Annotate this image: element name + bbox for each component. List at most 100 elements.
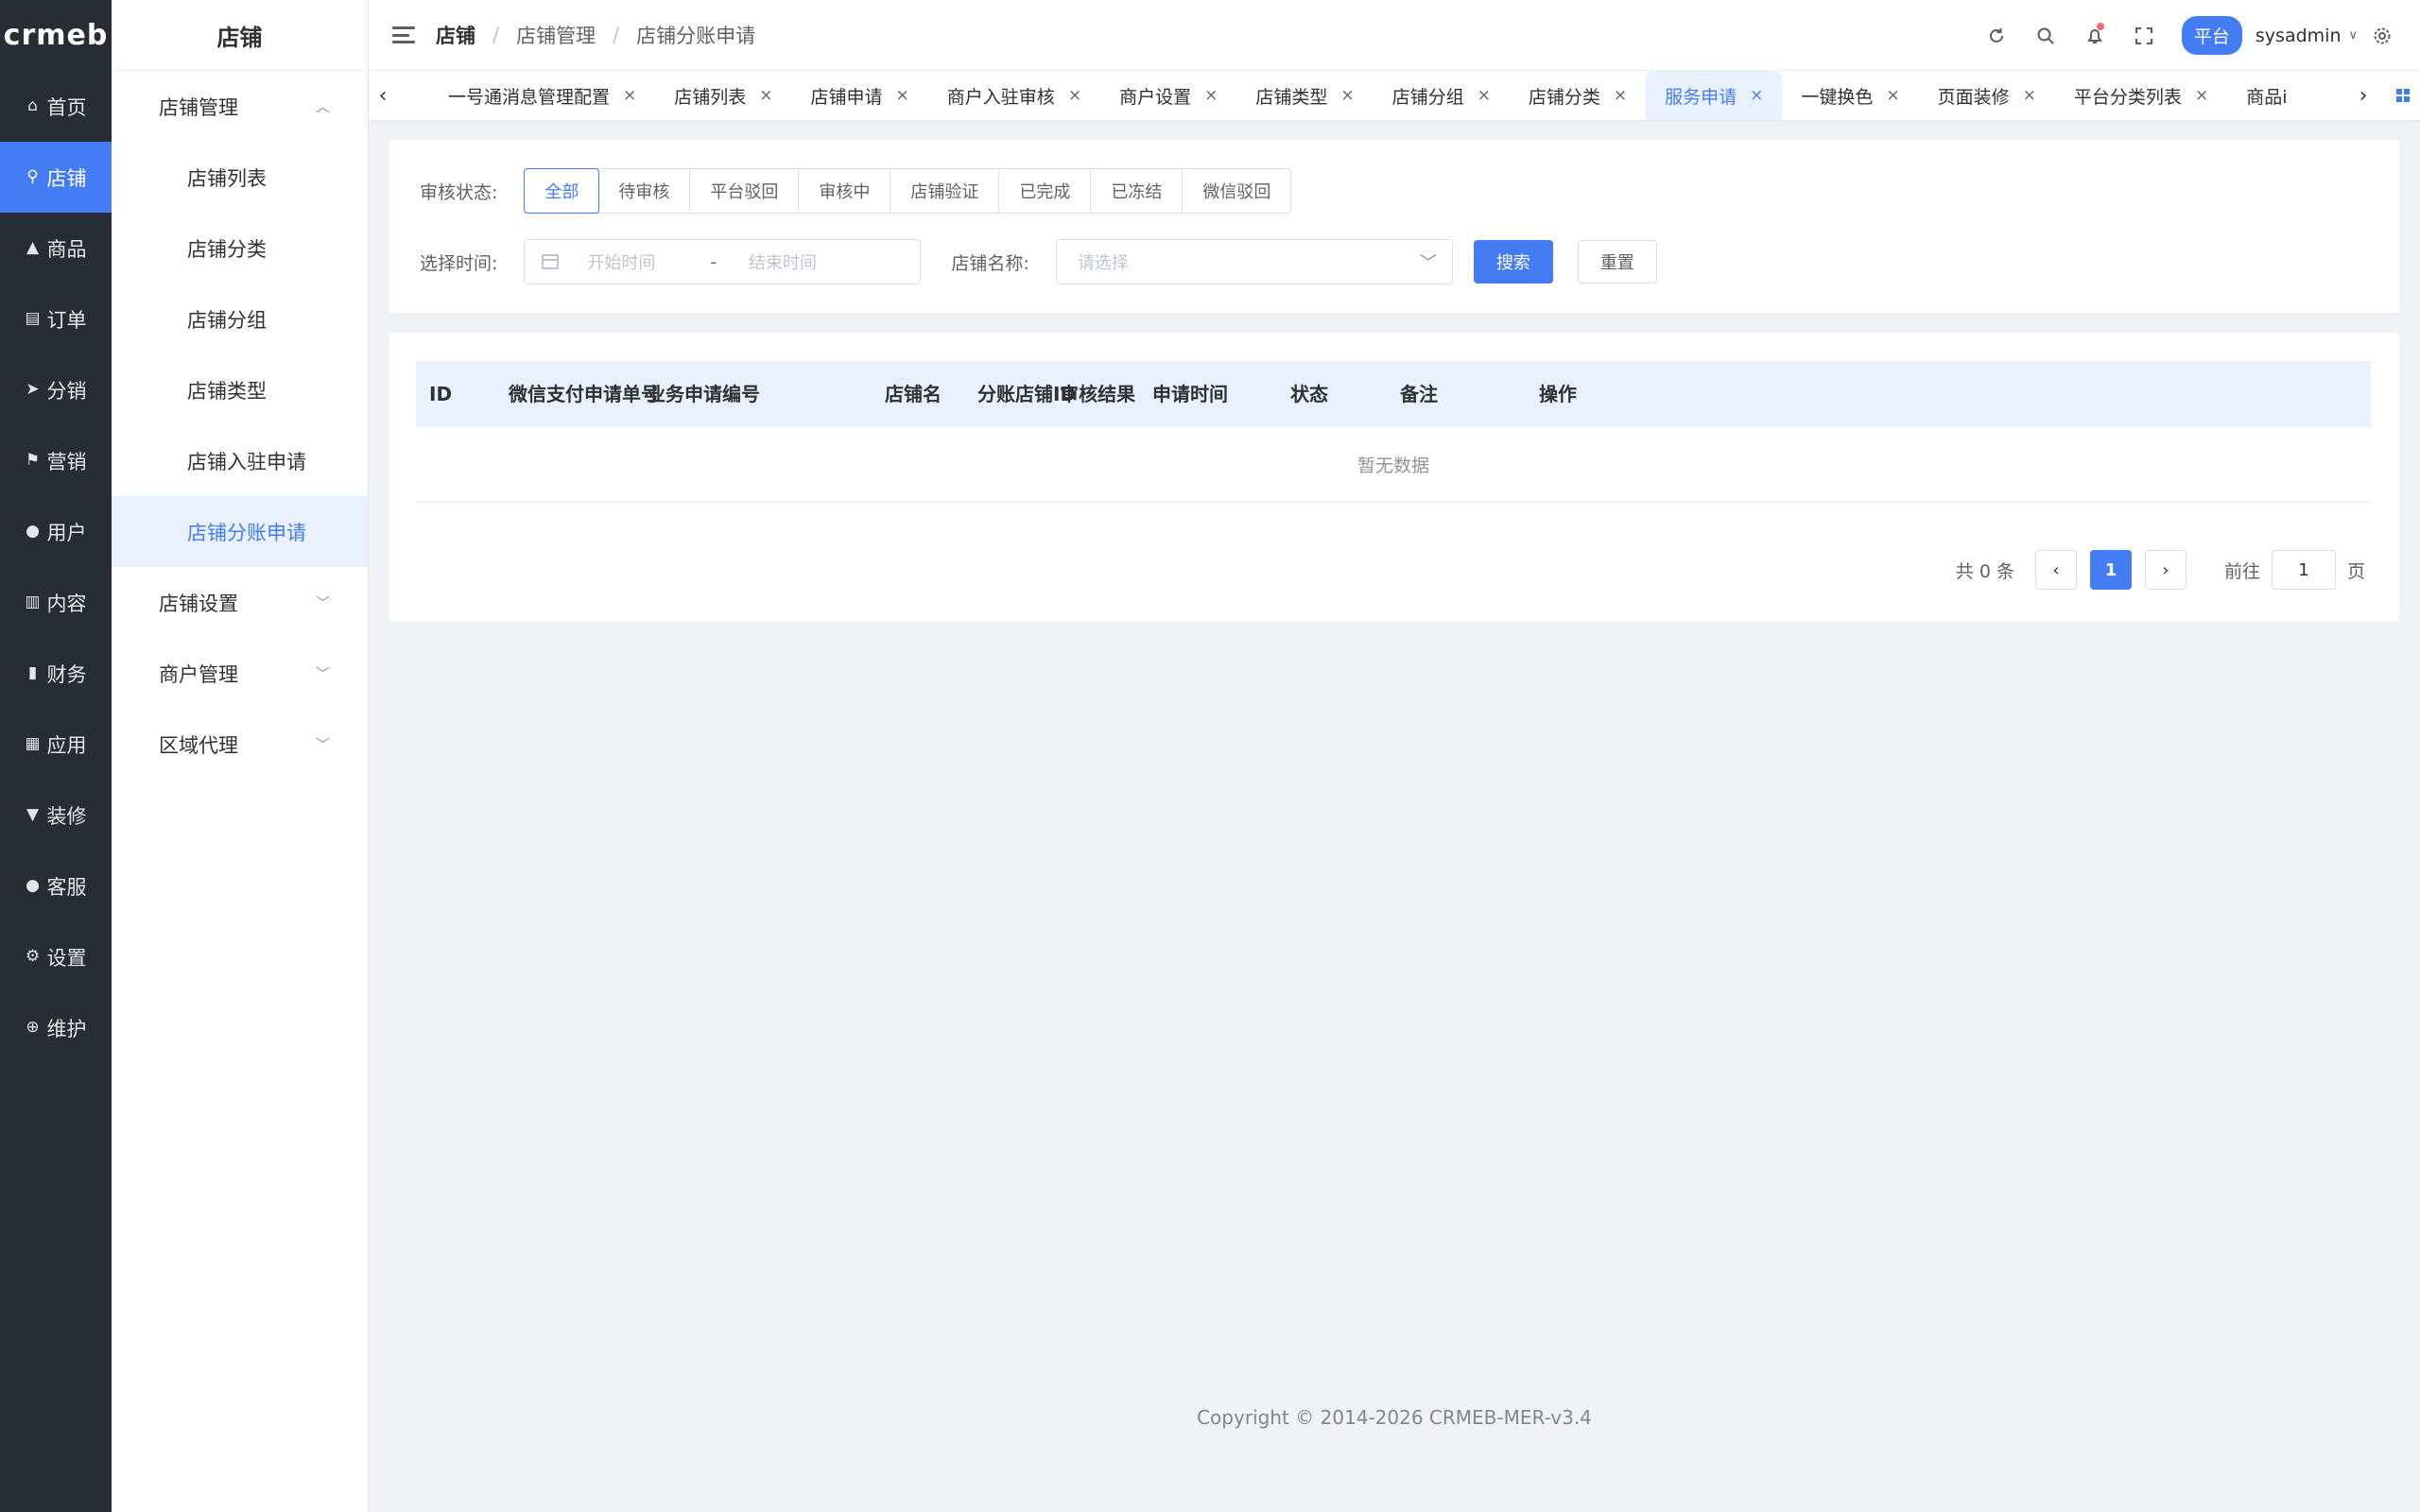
page-suffix: 页 (2346, 560, 2365, 582)
main-nav-item[interactable]: ⊕ 维护 (0, 992, 112, 1063)
sub-nav: 店铺 店铺管理 ︿ 店铺列表 店铺分类 店铺分组 店铺类型 店铺入驻申请 店铺分账申请 店… (112, 0, 369, 1512)
status-option[interactable]: 店铺验证 (890, 169, 1000, 213)
menu-group-merchant-manage[interactable]: 商户管理 ﹀ (112, 638, 368, 709)
prev-page-button[interactable]: ‹ (2034, 550, 2077, 590)
close-icon[interactable]: × (1614, 86, 1627, 105)
main-nav-item[interactable]: ⚑ 营销 (0, 425, 112, 496)
breadcrumb-item-store[interactable]: 店铺 (436, 21, 475, 49)
main-nav-item[interactable]: ▥ 内容 (0, 567, 112, 638)
finance-chart-icon: ▮ (27, 663, 38, 682)
close-icon[interactable]: × (896, 86, 909, 105)
sub-nav-item[interactable]: 店铺分类 (112, 213, 368, 284)
goto-page-input[interactable] (2271, 550, 2336, 590)
tab-tag[interactable]: 店铺列表 × (655, 71, 791, 120)
table-column-header: 操作 (1539, 383, 1577, 405)
theme-settings-icon[interactable] (2358, 0, 2407, 71)
tab-tag[interactable]: 商户设置 × (1100, 71, 1236, 120)
page-number-button[interactable]: 1 (2089, 550, 2132, 590)
tab-tag[interactable]: 一键换色 × (1782, 71, 1918, 120)
close-icon[interactable]: × (2023, 86, 2036, 105)
tags-menu-grid-icon[interactable] (2389, 71, 2417, 120)
table-column-header: 业务申请编号 (647, 383, 760, 405)
status-option[interactable]: 已完成 (999, 169, 1092, 213)
tab-tag[interactable]: 店铺类型 × (1236, 71, 1373, 120)
sub-nav-item[interactable]: 店铺类型 (112, 354, 368, 425)
menu-group-region-agent[interactable]: 区域代理 ﹀ (112, 709, 368, 780)
main-nav-item[interactable]: ⌂ 首页 (0, 71, 112, 142)
tab-tag[interactable]: 商户入驻审核 × (928, 71, 1100, 120)
breadcrumb-item-store-manage[interactable]: 店铺管理 (516, 21, 596, 49)
status-option[interactable]: 审核中 (799, 169, 891, 213)
tab-tag[interactable]: 店铺申请 × (792, 71, 928, 120)
main-nav-item[interactable]: ▲ 商品 (0, 213, 112, 284)
close-icon[interactable]: × (623, 86, 636, 105)
menu-group-store-settings[interactable]: 店铺设置 ﹀ (112, 567, 368, 638)
user-menu[interactable]: sysadmin ∨ (2256, 26, 2358, 46)
main-nav-item-label: 订单 (46, 308, 87, 332)
close-icon[interactable]: × (759, 86, 772, 105)
tab-tag[interactable]: 平台分类列表 × (2055, 71, 2227, 120)
status-option[interactable]: 微信驳回 (1183, 169, 1290, 213)
tab-tag[interactable]: 一号通消息管理配置 × (429, 71, 655, 120)
end-time-placeholder[interactable]: 结束时间 (749, 249, 817, 274)
status-option[interactable]: 待审核 (598, 169, 691, 213)
main-nav-item[interactable]: ▮ 财务 (0, 638, 112, 709)
status-option[interactable]: 全部 (524, 168, 600, 214)
tab-tag[interactable]: 服务申请 × (1646, 71, 1783, 120)
main-nav-item[interactable]: ▤ 订单 (0, 284, 112, 354)
collapse-menu-icon[interactable] (392, 26, 415, 43)
tags-scroll-right-icon[interactable]: › (2349, 71, 2377, 120)
main-nav-item[interactable]: ⚲ 店铺 (0, 142, 112, 213)
next-page-button[interactable]: › (2144, 550, 2187, 590)
table-column-header: 店铺名 (885, 383, 942, 405)
close-icon[interactable]: × (1478, 86, 1491, 105)
sub-nav-item[interactable]: 店铺分组 (112, 284, 368, 354)
time-filter-label: 选择时间: (420, 252, 498, 274)
main-nav-item[interactable]: ● 客服 (0, 850, 112, 921)
fullscreen-icon[interactable] (2119, 0, 2169, 71)
status-option[interactable]: 平台驳回 (690, 169, 800, 213)
crmeb-logo[interactable]: crmeb (0, 0, 112, 71)
main-nav-item[interactable]: ● 用户 (0, 496, 112, 567)
username-label: sysadmin (2255, 25, 2342, 46)
tab-tag-label: 店铺分类 (1528, 86, 1600, 108)
chevron-down-icon: ﹀ (315, 736, 330, 753)
tab-tag[interactable]: 店铺分组 × (1374, 71, 1510, 120)
search-icon[interactable] (2021, 0, 2070, 71)
close-icon[interactable]: × (1204, 86, 1218, 105)
main-nav-item[interactable]: ⚙ 设置 (0, 921, 112, 992)
close-icon[interactable]: × (1886, 86, 1899, 105)
close-icon[interactable]: × (1068, 86, 1081, 105)
sub-nav-item[interactable]: 店铺列表 (112, 142, 368, 213)
status-option[interactable]: 已冻结 (1091, 169, 1184, 213)
sub-nav-item[interactable]: 店铺入驻申请 (112, 425, 368, 496)
main-nav-item[interactable]: ▦ 应用 (0, 709, 112, 780)
menu-group-store-manage[interactable]: 店铺管理 ︿ (112, 71, 368, 142)
refresh-icon[interactable] (1972, 0, 2021, 71)
main-nav-item-label: 装修 (46, 804, 87, 828)
reset-button[interactable]: 重置 (1577, 240, 1657, 284)
marketing-flag-icon: ⚑ (25, 451, 41, 470)
store-name-select[interactable]: 请选择 ﹀ (1055, 239, 1453, 284)
table-empty-state: 暂无数据 (416, 427, 2371, 503)
start-time-placeholder[interactable]: 开始时间 (587, 249, 700, 274)
tab-tag[interactable]: 店铺分类 × (1510, 71, 1646, 120)
notification-bell-icon[interactable] (2070, 0, 2119, 71)
customer-service-icon: ● (26, 876, 40, 895)
content-icon: ▥ (25, 593, 41, 611)
store-name-label: 店铺名称: (951, 252, 1029, 274)
breadcrumb-separator: / (613, 24, 620, 46)
main-nav-item[interactable]: ➤ 分销 (0, 354, 112, 425)
close-icon[interactable]: × (2195, 86, 2208, 105)
close-icon[interactable]: × (1750, 86, 1763, 105)
platform-badge[interactable]: 平台 (2181, 16, 2242, 55)
main-nav-item[interactable]: ▼ 装修 (0, 780, 112, 850)
main-nav-item-label: 首页 (46, 95, 87, 119)
sub-nav-item[interactable]: 店铺分账申请 (112, 496, 368, 567)
tab-tag[interactable]: 商品i (2227, 71, 2306, 120)
search-button[interactable]: 搜索 (1473, 240, 1553, 284)
tab-tag[interactable]: 页面装修 × (1919, 71, 2055, 120)
tags-scroll-left-icon[interactable]: ‹ (369, 71, 397, 120)
close-icon[interactable]: × (1340, 86, 1354, 105)
date-range-picker[interactable]: 开始时间 - 结束时间 (524, 239, 922, 284)
